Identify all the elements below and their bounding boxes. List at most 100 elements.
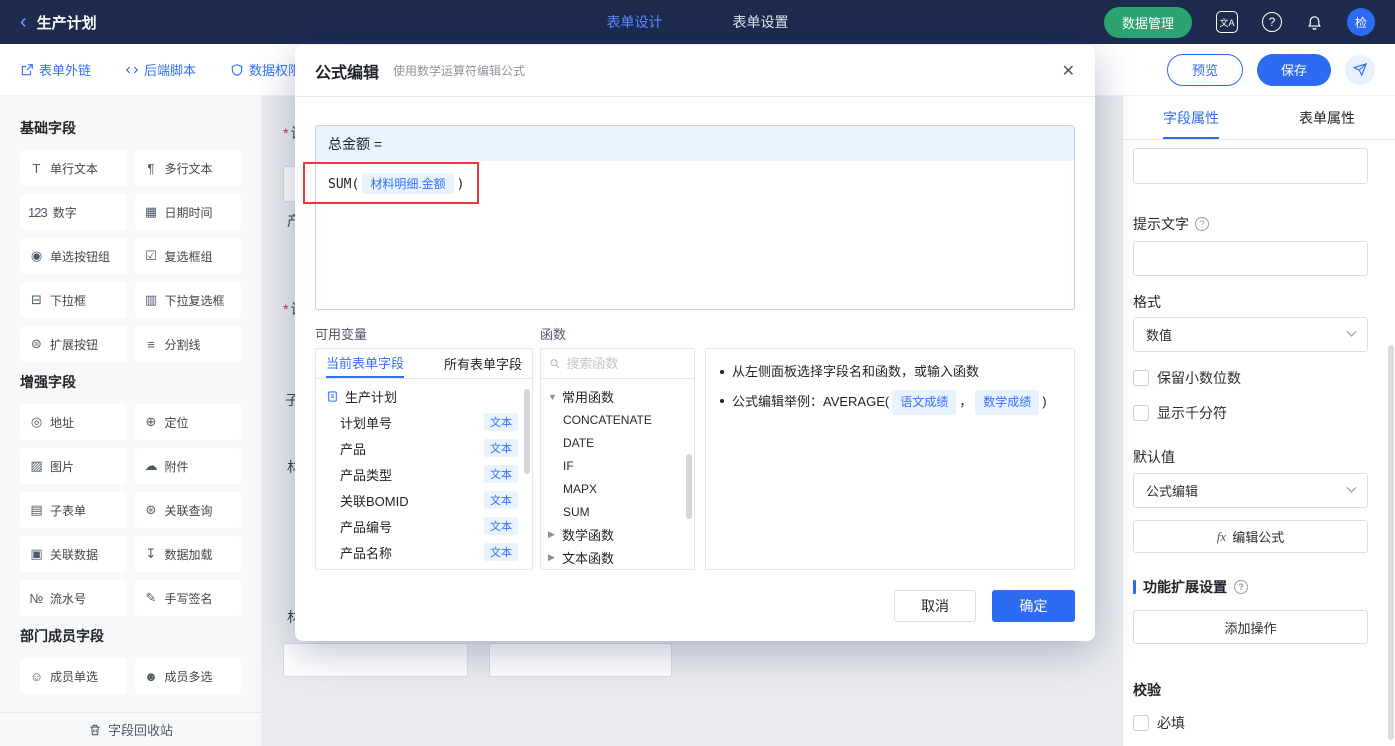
default-value-label: 默认值 [1133,449,1175,465]
function-item[interactable]: DATE [541,431,694,454]
field-button[interactable]: 123 数字 [20,194,127,230]
avatar[interactable]: 检 [1347,8,1375,36]
required-checkbox[interactable]: 必填 [1133,713,1368,733]
cancel-button[interactable]: 取消 [894,590,976,622]
function-item[interactable]: CONCATENATE [541,408,694,431]
attachment-icon: ☁ [144,458,158,473]
canvas-input[interactable] [283,643,468,677]
variable-row[interactable]: 关联BOMID 文本 [316,487,532,513]
field-button[interactable]: ☁ 附件 [134,448,241,484]
field-button[interactable]: ◎ 地址 [20,404,127,440]
bell-icon[interactable] [1306,14,1323,31]
field-button[interactable]: ▣ 关联数据 [20,536,127,572]
calendar-icon: ▦ [144,204,157,219]
function-search-input[interactable] [566,356,686,371]
translate-icon[interactable]: 文A [1216,11,1238,33]
field-button[interactable]: № 流水号 [20,580,127,616]
field-button[interactable]: T 单行文本 [20,150,127,186]
tree-root-node[interactable]: 生产计划 [316,383,532,409]
field-button[interactable]: ◉ 单选按钮组 [20,238,127,274]
tab-form-design[interactable]: 表单设计 [607,12,663,32]
tab-all-form-fields[interactable]: 所有表单字段 [444,349,522,378]
add-action-button[interactable]: 添加操作 [1133,610,1368,644]
format-select[interactable]: 数值 [1133,317,1368,352]
variable-row[interactable]: 产品类型 文本 [316,461,532,487]
edit-formula-button[interactable]: fx 编辑公式 [1133,520,1368,553]
variable-row[interactable]: 产品名称 文本 [316,539,532,565]
function-item[interactable]: IF [541,454,694,477]
title-input[interactable] [1133,148,1368,184]
close-icon[interactable]: ✕ [1062,61,1075,81]
field-button[interactable]: ▦ 日期时间 [134,194,241,230]
variable-row[interactable]: 产品编号 文本 [316,513,532,539]
function-item[interactable]: MAPX [541,477,694,500]
form-external-link-button[interactable]: 表单外链 [20,60,91,79]
tab-current-form-fields[interactable]: 当前表单字段 [326,349,405,378]
tab-field-properties[interactable]: 字段属性 [1123,96,1259,139]
field-button[interactable]: ✎ 手写签名 [134,580,241,616]
share-icon[interactable] [1345,54,1375,85]
field-button[interactable]: ▨ 图片 [20,448,127,484]
hint-text-input[interactable] [1133,241,1368,276]
confirm-button[interactable]: 确定 [992,590,1075,622]
field-button-label: 下拉框 [50,293,87,308]
keep-decimal-checkbox[interactable]: 保留小数位数 [1133,368,1368,388]
subform-icon: ▤ [30,502,42,517]
field-button[interactable]: ⊛ 关联查询 [134,492,241,528]
field-button[interactable]: ≡ 分割线 [134,326,241,362]
checkbox-group-icon: ☑ [145,248,157,263]
field-button[interactable]: ⊕ 定位 [134,404,241,440]
default-value-select[interactable]: 公式编辑 [1133,473,1368,508]
field-button[interactable]: ⊟ 下拉框 [20,282,127,318]
data-manage-button[interactable]: 数据管理 [1103,6,1192,38]
scrollbar[interactable] [686,454,692,519]
field-button-label: 图片 [50,459,75,474]
data-load-icon: ↧ [145,546,157,561]
back-icon[interactable]: ‹ [20,12,27,32]
thousand-separator-checkbox[interactable]: 显示千分符 [1133,403,1368,423]
formula-expression[interactable]: SUM(材料明细.金额) [316,161,1074,309]
field-button[interactable]: ▥ 下拉复选框 [134,282,241,318]
field-button[interactable]: ☑ 复选框组 [134,238,241,274]
field-button[interactable]: ☺ 成员单选 [20,658,127,694]
field-chip[interactable]: 材料明细.金额 [362,173,454,194]
field-button[interactable]: ¶ 多行文本 [134,150,241,186]
related-data-icon: ▣ [30,546,42,561]
save-button[interactable]: 保存 [1256,53,1331,86]
field-recycle-bin[interactable]: 字段回收站 [0,712,261,746]
function-item[interactable]: SUM [541,500,694,523]
modal-subtitle: 使用数学运算符编辑公式 [393,64,526,78]
canvas-input[interactable] [489,643,672,677]
field-button-label: 定位 [164,415,189,430]
member-fields-grid: ☺ 成员单选 ☻ 成员多选 [20,658,241,694]
preview-button[interactable]: 预览 [1166,53,1243,86]
help-icon[interactable]: ? [1262,12,1282,32]
tab-form-settings[interactable]: 表单设置 [733,12,789,32]
variable-name: 关联BOMID [340,493,409,509]
field-button[interactable]: ↧ 数据加载 [134,536,241,572]
variable-row[interactable]: 计划单号 文本 [316,409,532,435]
help-icon[interactable]: ? [1195,217,1209,231]
function-group-text[interactable]: ▶ 文本函数 [541,546,694,569]
scrollbar[interactable] [524,389,530,474]
field-button[interactable]: ⊜ 扩展按钮 [20,326,127,362]
scrollbar[interactable] [1388,345,1394,740]
field-button-label: 地址 [50,415,75,430]
section-marker [1133,580,1136,594]
format-label: 格式 [1133,294,1161,310]
field-button[interactable]: ☻ 成员多选 [134,658,241,694]
hint-text-label: 提示文字 ? [1133,216,1368,232]
functions-label: 函数 [540,327,567,342]
chevron-right-icon: ▶ [548,552,555,562]
backend-script-button[interactable]: 后端脚本 [125,60,196,79]
extension-settings-header: 功能扩展设置 ? [1133,577,1368,597]
function-group-common[interactable]: ▼ 常用函数 [541,385,694,408]
chevron-right-icon: ▶ [548,529,555,539]
data-permission-button[interactable]: 数据权限 [230,60,301,79]
tab-form-properties[interactable]: 表单属性 [1259,96,1395,139]
variable-row[interactable]: 产品 文本 [316,435,532,461]
help-icon[interactable]: ? [1234,580,1248,594]
variable-name: 产品类型 [340,467,393,483]
field-button[interactable]: ▤ 子表单 [20,492,127,528]
function-group-math[interactable]: ▶ 数学函数 [541,523,694,546]
